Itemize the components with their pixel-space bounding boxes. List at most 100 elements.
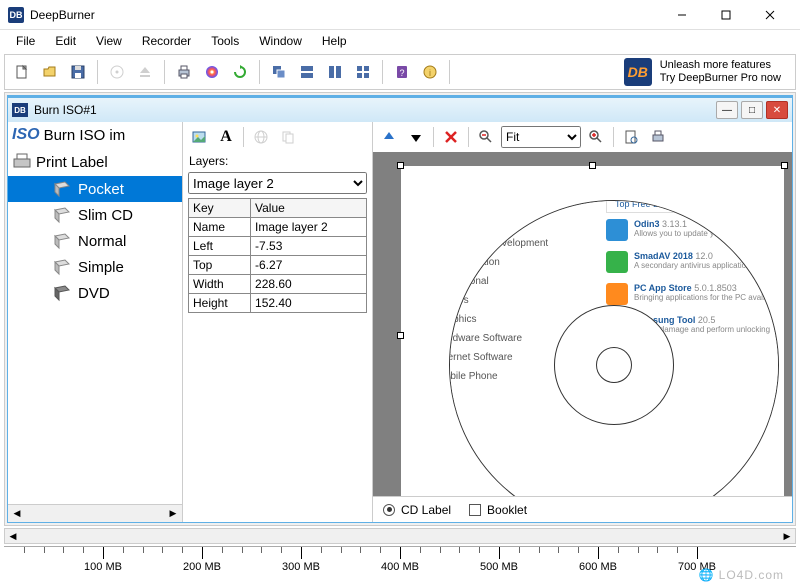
case-icon (52, 205, 72, 225)
props-header-value: Value (251, 199, 367, 218)
scroll-right-icon[interactable]: ▶ (164, 505, 182, 522)
menu-tools[interactable]: Tools (201, 32, 249, 50)
menu-edit[interactable]: Edit (45, 32, 86, 50)
child-minimize-button[interactable]: — (716, 101, 738, 119)
maximize-button[interactable] (704, 1, 748, 29)
child-titlebar: DB Burn ISO#1 — □ ✕ (8, 98, 792, 122)
copy-icon[interactable] (276, 125, 300, 149)
ruler-tick-label: 100 MB (84, 561, 122, 573)
child-maximize-button[interactable]: □ (741, 101, 763, 119)
minimize-button[interactable] (660, 1, 704, 29)
arrow-down-icon[interactable] (404, 125, 428, 149)
radio-icon (383, 504, 395, 516)
zoom-select[interactable]: Fit (501, 126, 581, 148)
properties-panel: A Layers: Image layer 2 KeyValue NameIma… (183, 122, 373, 522)
help-icon[interactable]: ? (389, 59, 415, 85)
delete-icon[interactable] (439, 125, 463, 149)
list-item: 📁Customization (449, 253, 592, 272)
zoom-out-icon[interactable] (474, 125, 498, 149)
list-item: 📁Games (449, 291, 592, 310)
app-title: DeepBurner (30, 8, 660, 22)
cd-label-shape[interactable]: 🌐 LO4D.com Software reviews, d Software … (449, 200, 779, 496)
list-item: Odin3 3.13.1Allows you to update your An… (606, 219, 779, 241)
refresh-icon[interactable] (227, 59, 253, 85)
tree-item-slim-cd[interactable]: Slim CD (8, 202, 182, 228)
globe-icon[interactable] (249, 125, 273, 149)
tree-root-iso[interactable]: ISO Burn ISO im (8, 122, 182, 148)
tree-item-dvd[interactable]: DVD (8, 280, 182, 306)
new-icon[interactable] (9, 59, 35, 85)
scroll-right-icon[interactable]: ▶ (779, 529, 795, 543)
tree-hscroll[interactable]: ◀ ▶ (8, 504, 182, 522)
table-row: Width228.60 (189, 275, 367, 294)
preview-toolbar: Fit (373, 122, 792, 152)
label-toolbar: A (183, 122, 372, 152)
table-row: Top-6.27 (189, 256, 367, 275)
titlebar: DB DeepBurner (0, 0, 800, 30)
text-tool-icon[interactable]: A (214, 125, 238, 149)
menu-view[interactable]: View (86, 32, 132, 50)
tree-item-normal[interactable]: Normal (8, 228, 182, 254)
disc-icon[interactable] (104, 59, 130, 85)
case-icon (52, 257, 72, 277)
mdi-area: DB Burn ISO#1 — □ ✕ ISO Burn ISO im Prin… (4, 92, 796, 526)
list-item: 📁Business & Development (449, 234, 592, 253)
arrow-up-icon[interactable] (377, 125, 401, 149)
properties-table: KeyValue NameImage layer 2 Left-7.53 Top… (188, 198, 367, 313)
tree-item-simple[interactable]: Simple (8, 254, 182, 280)
scroll-left-icon[interactable]: ◀ (8, 505, 26, 522)
scroll-left-icon[interactable]: ◀ (5, 529, 21, 543)
tree-item-pocket[interactable]: Pocket (8, 176, 182, 202)
image-tool-icon[interactable] (187, 125, 211, 149)
promo-banner[interactable]: DB Unleash more features Try DeepBurner … (624, 58, 791, 86)
menubar: File Edit View Recorder Tools Window Hel… (0, 30, 800, 52)
menu-recorder[interactable]: Recorder (132, 32, 201, 50)
layers-label: Layers: (183, 152, 372, 170)
outer-hscroll[interactable]: ◀ ▶ (4, 528, 796, 544)
tile-horizontal-icon[interactable] (294, 59, 320, 85)
save-icon[interactable] (65, 59, 91, 85)
cascade-icon[interactable] (266, 59, 292, 85)
menu-window[interactable]: Window (249, 32, 312, 50)
app-icon: DB (8, 7, 24, 23)
tab-booklet[interactable]: Booklet (469, 503, 527, 517)
eject-icon[interactable] (132, 59, 158, 85)
ruler-tick-label: 400 MB (381, 561, 419, 573)
tile-vertical-icon[interactable] (322, 59, 348, 85)
ruler-tick-label: 300 MB (282, 561, 320, 573)
print-label-icon[interactable] (646, 125, 670, 149)
preview-panel: Fit (373, 122, 792, 522)
lo4d-tab: Top Free Downloads (606, 200, 707, 213)
main-toolbar: ? i DB Unleash more features Try DeepBur… (4, 54, 796, 90)
checkbox-icon (469, 504, 481, 516)
menu-help[interactable]: Help (312, 32, 357, 50)
about-icon[interactable]: i (417, 59, 443, 85)
lo4d-cat-header: Software Categories (449, 200, 592, 209)
zoom-in-icon[interactable] (584, 125, 608, 149)
arrange-icon[interactable] (350, 59, 376, 85)
watermark: 🌐LO4D.com (699, 568, 784, 582)
burn-icon[interactable] (199, 59, 225, 85)
menu-file[interactable]: File (6, 32, 45, 50)
case-icon (52, 283, 72, 303)
table-row: Left-7.53 (189, 237, 367, 256)
list-item: 📁Educational (449, 272, 592, 291)
child-icon: DB (12, 103, 28, 117)
label-canvas[interactable]: 🌐 LO4D.com Software reviews, d Software … (373, 152, 792, 496)
props-header-key: Key (189, 199, 251, 218)
svg-text:?: ? (399, 68, 404, 78)
tree-root-print-label[interactable]: Print Label (8, 148, 182, 176)
layers-select[interactable]: Image layer 2 (188, 172, 367, 194)
close-button[interactable] (748, 1, 792, 29)
ruler-tick-label: 200 MB (183, 561, 221, 573)
table-row: NameImage layer 2 (189, 218, 367, 237)
child-close-button[interactable]: ✕ (766, 101, 788, 119)
promo-icon: DB (624, 58, 652, 86)
preview-tabs: CD Label Booklet (373, 496, 792, 522)
print-preview-icon[interactable] (619, 125, 643, 149)
open-icon[interactable] (37, 59, 63, 85)
ruler-tick-label: 500 MB (480, 561, 518, 573)
ruler-tick-label: 600 MB (579, 561, 617, 573)
tab-cd-label[interactable]: CD Label (383, 503, 451, 517)
print-icon[interactable] (171, 59, 197, 85)
